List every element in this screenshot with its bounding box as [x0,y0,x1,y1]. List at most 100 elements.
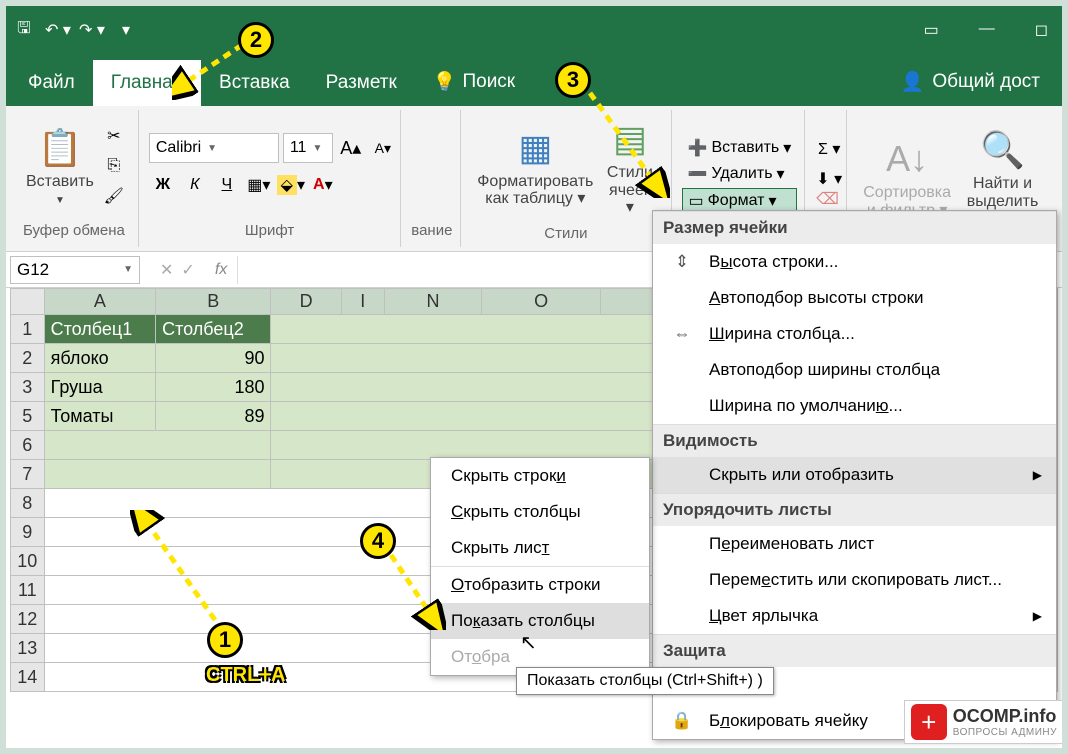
row-header[interactable]: 7 [11,460,45,489]
menu-default-width[interactable]: Ширина по умолчанию... [653,388,1056,424]
select-all-corner[interactable] [11,289,45,315]
cells-insert-button[interactable]: ➕Вставить ▾ [682,136,798,160]
row-header[interactable]: 6 [11,431,45,460]
annotation-callout-3: 3 [555,62,591,98]
lightbulb-icon: 💡 [433,70,457,94]
border-button[interactable]: ▦▾ [245,171,273,199]
annotation-callout-1: 1 [207,622,243,658]
ribbon-options-icon[interactable]: ▭ [924,20,939,40]
col-header-N[interactable]: N [384,289,482,315]
format-painter-icon[interactable]: 🖌 [100,182,128,210]
col-header-B[interactable]: B [156,289,271,315]
menu-autofit-row[interactable]: Автоподбор высоты строки [653,280,1056,316]
save-icon[interactable]: 🖫 [10,16,38,44]
redo-icon[interactable]: ↷ ▾ [78,16,106,44]
submenu-show-cols[interactable]: Показать столбцы [431,603,649,639]
submenu-hide-rows[interactable]: Скрыть строки [431,458,649,494]
row-header[interactable]: 12 [11,605,45,634]
annotation-ctrl-a: CTRL+A [206,664,285,687]
sort-filter-icon: A↓ [886,138,928,180]
menu-section-organize: Упорядочить листы [653,493,1056,526]
annotation-arrow-icon [386,550,446,630]
col-header-O[interactable]: O [482,289,601,315]
tab-file[interactable]: Файл [10,60,93,106]
fill-color-button[interactable]: ⬙▾ [277,171,305,199]
autosum-icon[interactable]: Σ ▾ [815,135,843,163]
cut-icon[interactable]: ✂ [100,122,128,150]
undo-icon[interactable]: ↶ ▾ [44,16,72,44]
ribbon-tabs: Файл Главная Вставка Разметк 💡 Поиск 👤 О… [0,60,1068,106]
submenu-hide-sheet[interactable]: Скрыть лист [431,530,649,566]
annotation-callout-4: 4 [360,523,396,559]
decrease-font-icon[interactable]: A▾ [369,134,397,162]
cell[interactable]: 90 [156,344,271,373]
row-header[interactable]: 3 [11,373,45,402]
annotation-arrow-icon [130,510,230,630]
paste-button[interactable]: 📋 Вставить ▼ [20,123,100,210]
cell[interactable]: Столбец1 [44,315,155,344]
enter-icon[interactable]: ✓ [181,260,194,280]
cell[interactable]: 180 [156,373,271,402]
watermark-plus-icon: + [911,704,947,740]
font-size-combo[interactable]: 11▼ [283,133,333,163]
cell[interactable]: яблоко [44,344,155,373]
share-button[interactable]: 👤 Общий дост [883,58,1058,106]
menu-col-width[interactable]: ⇔Ширина столбца... [653,316,1056,352]
submenu-arrow-icon: ▶ [1033,609,1042,623]
submenu-arrow-icon: ▶ [1033,468,1042,482]
row-header[interactable]: 11 [11,576,45,605]
row-header[interactable]: 10 [11,547,45,576]
cell[interactable]: Столбец2 [156,315,271,344]
cells-delete-button[interactable]: ➖Удалить ▾ [682,162,798,186]
fx-icon[interactable]: fx [205,261,237,279]
menu-autofit-col[interactable]: Автоподбор ширины столбца [653,352,1056,388]
annotation-arrow-icon [580,88,670,198]
cursor-icon: ↖ [520,630,537,655]
menu-section-protection: Защита [653,634,1056,667]
name-box[interactable]: G12▼ [10,256,140,284]
cancel-icon[interactable]: ✕ [160,260,173,280]
share-icon: 👤 [901,70,925,94]
cell[interactable]: 89 [156,402,271,431]
tell-me-search[interactable]: 💡 Поиск [415,58,533,106]
copy-icon[interactable]: ⎘ [100,152,128,180]
italic-button[interactable]: К [181,171,209,199]
submenu-hide-cols[interactable]: Скрыть столбцы [431,494,649,530]
menu-hide-unhide[interactable]: Скрыть или отобразить▶ [653,457,1056,493]
minimize-icon[interactable]: — [979,20,995,40]
row-header[interactable]: 1 [11,315,45,344]
row-height-icon: ⇕ [671,252,693,272]
bold-button[interactable]: Ж [149,171,177,199]
row-header[interactable]: 14 [11,663,45,692]
col-header-A[interactable]: A [44,289,155,315]
hide-unhide-submenu: Скрыть строки Скрыть столбцы Скрыть лист… [430,457,650,676]
tab-layout[interactable]: Разметк [308,60,415,106]
row-header[interactable]: 2 [11,344,45,373]
table-icon: ▦ [518,127,552,169]
row-header[interactable]: 8 [11,489,45,518]
font-color-button[interactable]: A▾ [309,171,337,199]
col-header-D[interactable]: D [271,289,341,315]
menu-section-cell-size: Размер ячейки [653,211,1056,244]
format-cells-icon: ▭ [689,191,704,211]
increase-font-icon[interactable]: A▴ [337,134,365,162]
qat-dropdown-icon[interactable]: ▾ [112,16,140,44]
font-name-combo[interactable]: Calibri▼ [149,133,279,163]
row-header[interactable]: 13 [11,634,45,663]
find-icon: 🔍 [980,129,1025,171]
insert-cells-icon: ➕ [688,138,708,158]
row-header[interactable]: 9 [11,518,45,547]
menu-move-copy-sheet[interactable]: Переместить или скопировать лист... [653,562,1056,598]
cell[interactable]: Томаты [44,402,155,431]
cell[interactable]: Груша [44,373,155,402]
clipboard-icon: 📋 [38,127,83,169]
menu-rename-sheet[interactable]: Переименовать лист [653,526,1056,562]
col-header-I[interactable]: I [341,289,384,315]
underline-button[interactable]: Ч [213,171,241,199]
menu-section-visibility: Видимость [653,424,1056,457]
menu-row-height[interactable]: ⇕Высота строки... [653,244,1056,280]
menu-tab-color[interactable]: Цвет ярлычка▶ [653,598,1056,634]
row-header[interactable]: 5 [11,402,45,431]
maximize-icon[interactable]: ◻ [1035,20,1048,40]
submenu-unhide-rows[interactable]: Отобразить строки [431,566,649,603]
